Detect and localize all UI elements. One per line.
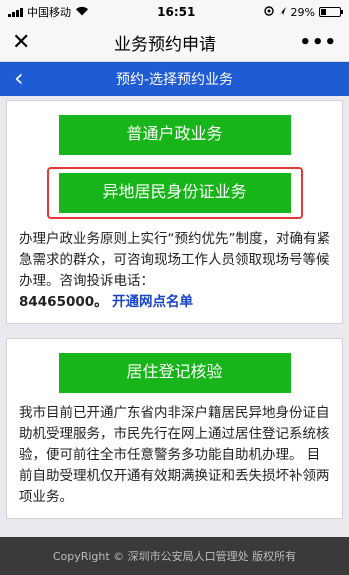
ordinary-household-button[interactable]: 普通户政业务 (58, 115, 291, 155)
battery-percent: 29% (290, 5, 315, 19)
arrow-icon (278, 6, 287, 19)
service-outlets-link[interactable]: 开通网点名单 (112, 294, 193, 310)
footer: CopyRight © 深圳市公安局人口管理处 版权所有 (0, 537, 349, 575)
navigation-bar: ✕ 业务预约申请 ••• (0, 24, 349, 62)
nonlocal-id-card-button[interactable]: 异地居民身份证业务 (58, 173, 291, 213)
wifi-icon (75, 6, 89, 19)
close-icon[interactable]: ✕ (12, 31, 30, 54)
battery-icon (319, 7, 343, 17)
residence-registration-card: 居住登记核验 我市目前已开通广东省内非深户籍居民异地身份证自助机受理服务，市民先… (6, 338, 343, 519)
residence-verification-button[interactable]: 居住登记核验 (58, 353, 291, 393)
location-icon (263, 5, 274, 19)
back-arrow-icon[interactable]: ‹ (14, 66, 24, 90)
signal-icon (8, 7, 23, 17)
complaint-phone: 84465000。 (19, 294, 108, 310)
household-services-card: 普通户政业务 异地居民身份证业务 办理户政业务原则上实行“预约优先”制度，对确有… (6, 100, 343, 324)
household-description: 办理户政业务原则上实行“预约优先”制度，对确有紧急需求的群众，可咨询现场工作人员… (19, 229, 330, 313)
sub-header: ‹ 预约-选择预约业务 (0, 62, 349, 96)
sub-header-title: 预约-选择预约业务 (115, 72, 234, 88)
main-content[interactable]: 普通户政业务 异地居民身份证业务 办理户政业务原则上实行“预约优先”制度，对确有… (0, 96, 349, 537)
page-title: 业务预约申请 (113, 35, 216, 55)
household-description-text: 办理户政业务原则上实行“预约优先”制度，对确有紧急需求的群众，可咨询现场工作人员… (19, 231, 330, 289)
copyright-text: CopyRight © 深圳市公安局人口管理处 版权所有 (52, 550, 297, 563)
status-bar-right: 29% (263, 5, 343, 19)
status-bar-left: 中国移动 (8, 4, 89, 20)
status-bar: 中国移动 16:51 29% (0, 0, 349, 24)
clock: 16:51 (157, 5, 196, 19)
carrier-label: 中国移动 (27, 6, 71, 19)
residence-description: 我市目前已开通广东省内非深户籍居民异地身份证自助机受理服务，市民先行在网上通过居… (19, 405, 330, 505)
highlight-box: 异地居民身份证业务 (46, 167, 303, 219)
more-icon[interactable]: ••• (299, 32, 337, 53)
